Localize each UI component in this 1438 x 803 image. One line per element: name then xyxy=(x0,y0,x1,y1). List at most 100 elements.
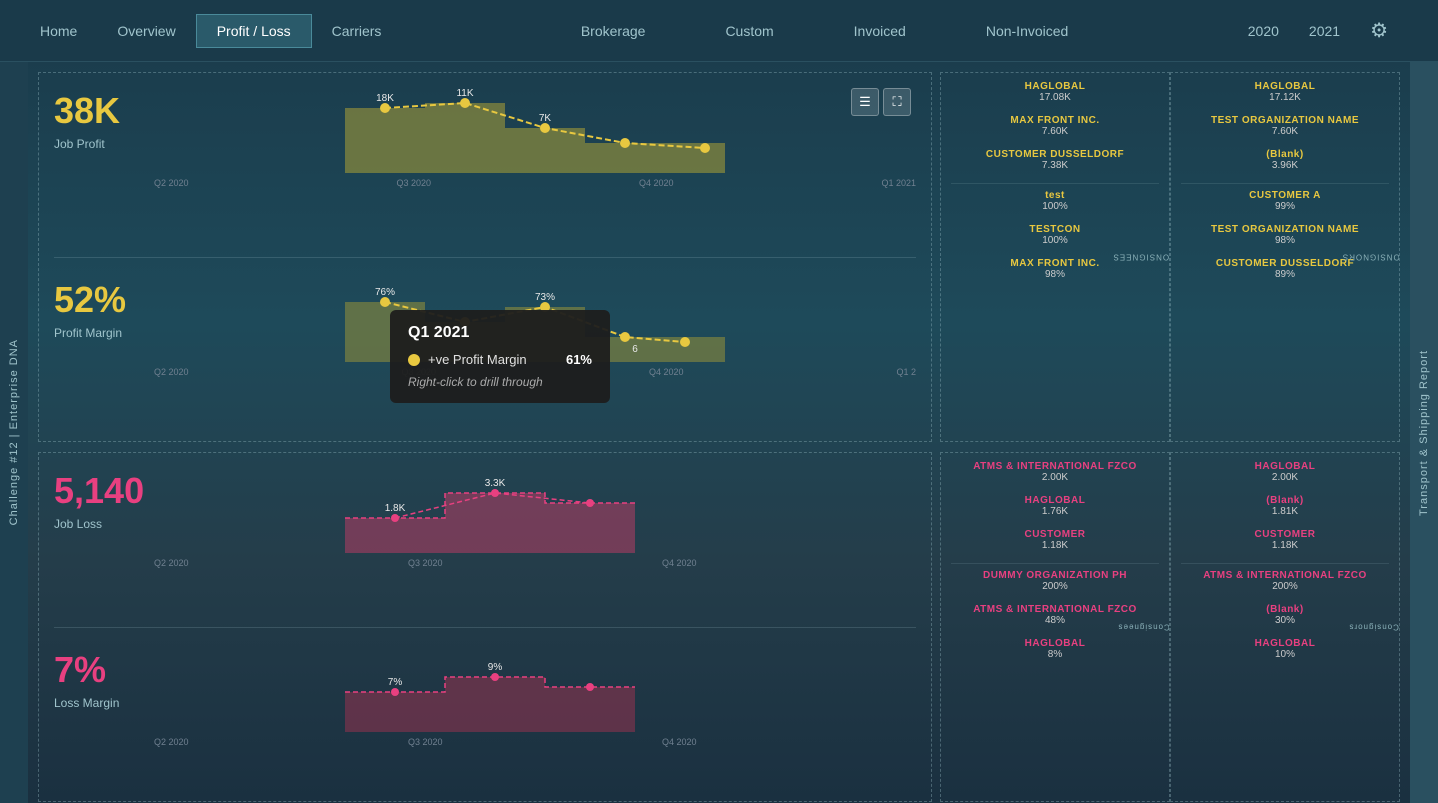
wco6-name: HAGLOBAL xyxy=(1181,638,1389,649)
pm-q4-2020: Q4 2020 xyxy=(649,367,684,377)
side-label-right: Transport & Shipping Report xyxy=(1410,62,1438,803)
job-profit-metric: 38K Job Profit xyxy=(54,83,144,243)
chart-divider xyxy=(54,257,916,258)
bco3-name: (Blank) xyxy=(1181,149,1389,160)
side-label-left: Challenge #12 | Enterprise DNA xyxy=(0,62,28,803)
bc3-name: CUSTOMER DUSSELDORF xyxy=(951,149,1159,160)
svg-text:73%: 73% xyxy=(535,292,555,303)
best-consignee-2: MAX FRONT INC. 7.60K xyxy=(951,115,1159,137)
loss-margin-panel: 7% Loss Margin 7% 9% Q2 2020 Q3 2020 Q4 … xyxy=(54,642,916,792)
wc5-name: ATMS & INTERNATIONAL FZCO xyxy=(951,604,1159,615)
bco1-name: HAGLOBAL xyxy=(1181,81,1389,92)
nav-custom[interactable]: Custom xyxy=(715,15,783,47)
wco1-name: HAGLOBAL xyxy=(1181,461,1389,472)
bco2-name: TEST ORGANIZATION NAME xyxy=(1181,115,1389,126)
worst-consignee-4: DUMMY ORGANIZATION PH 200% xyxy=(951,570,1159,592)
bottom-chart-divider xyxy=(54,627,916,628)
bc4-name: test xyxy=(951,190,1159,201)
wco6-val: 10% xyxy=(1181,649,1389,660)
q2-2020-label: Q2 2020 xyxy=(154,178,189,188)
settings-icon[interactable]: ⚙ xyxy=(1370,18,1388,43)
tooltip-title: Q1 2021 xyxy=(408,324,592,342)
worst-consignee-3: CUSTOMER 1.18K xyxy=(951,529,1159,551)
nav-year-2021[interactable]: 2021 xyxy=(1309,23,1340,39)
sep3 xyxy=(951,563,1159,564)
worst-consignors-label: Worst 3 Consignors xyxy=(1348,623,1400,632)
svg-text:9%: 9% xyxy=(488,662,503,673)
wc1-val: 2.00K xyxy=(951,472,1159,483)
expand-icon-btn[interactable]: ⛶ xyxy=(883,88,911,116)
best-consignor-1: HAGLOBAL 17.12K xyxy=(1181,81,1389,103)
worst-consignor-6: HAGLOBAL 10% xyxy=(1181,638,1389,660)
nav-non-invoiced[interactable]: Non-Invoiced xyxy=(976,15,1079,47)
lm-q3-2020: Q3 2020 xyxy=(408,737,443,747)
profit-margin-value: 52% xyxy=(54,282,144,318)
tooltip-hint: Right-click to drill through xyxy=(408,375,592,389)
worst-consignors-col: HAGLOBAL 2.00K (Blank) 1.81K CUSTOMER 1.… xyxy=(1170,452,1400,802)
job-profit-chart: ☰ ⛶ 18K 11K 7K xyxy=(154,83,916,243)
bc2-name: MAX FRONT INC. xyxy=(951,115,1159,126)
job-profit-panel: 38K Job Profit ☰ ⛶ xyxy=(54,83,916,243)
nav-profit-loss[interactable]: Profit / Loss xyxy=(196,14,312,48)
job-loss-svg: 1.8K 3.3K xyxy=(154,463,916,553)
job-loss-label: Job Loss xyxy=(54,517,144,531)
table-icon-btn[interactable]: ☰ xyxy=(851,88,879,116)
lm-q4-2020: Q4 2020 xyxy=(662,737,697,747)
best-consignee-1: HAGLOBAL 17.08K xyxy=(951,81,1159,103)
jl-q4-2020: Q4 2020 xyxy=(662,558,697,568)
bc5-val: 100% xyxy=(951,235,1159,246)
bc3-val: 7.38K xyxy=(951,160,1159,171)
nav-right: 2020 2021 ⚙ xyxy=(1248,18,1388,43)
best-consignor-4: CUSTOMER A 99% xyxy=(1181,190,1389,212)
best-consignor-2: TEST ORGANIZATION NAME 7.60K xyxy=(1181,115,1389,137)
nav-brokerage[interactable]: Brokerage xyxy=(571,15,656,47)
bco4-val: 99% xyxy=(1181,201,1389,212)
worst-consignee-2: HAGLOBAL 1.76K xyxy=(951,495,1159,517)
best-consignors-label: Best 3 Consignors xyxy=(1342,253,1400,262)
nav-home[interactable]: Home xyxy=(20,15,97,47)
q1-2021-label: Q1 2021 xyxy=(881,178,916,188)
wc3-name: CUSTOMER xyxy=(951,529,1159,540)
top-section: 38K Job Profit ☰ ⛶ xyxy=(38,72,1400,442)
profit-margin-metric: 52% Profit Margin xyxy=(54,272,144,432)
bco2-val: 7.60K xyxy=(1181,126,1389,137)
best-consignee-5: TESTCON 100% xyxy=(951,224,1159,246)
worst-consignor-2: (Blank) 1.81K xyxy=(1181,495,1389,517)
nav-year-2020[interactable]: 2020 xyxy=(1248,23,1279,39)
bottom-left-charts: 5,140 Job Loss 1.8K 3.3K Q2 2020 Q xyxy=(38,452,932,802)
nav-invoiced[interactable]: Invoiced xyxy=(844,15,916,47)
svg-text:1.8K: 1.8K xyxy=(385,503,406,514)
wc1-name: ATMS & INTERNATIONAL FZCO xyxy=(951,461,1159,472)
nav-items: Home Overview Profit / Loss Carriers xyxy=(20,14,401,48)
svg-text:3.3K: 3.3K xyxy=(485,478,506,489)
bottom-right-data: ATMS & INTERNATIONAL FZCO 2.00K HAGLOBAL… xyxy=(940,452,1400,802)
bco5-name: TEST ORGANIZATION NAME xyxy=(1181,224,1389,235)
job-loss-value: 5,140 xyxy=(54,473,144,509)
tooltip-metric-label: +ve Profit Margin xyxy=(428,352,527,367)
bottom-section: 5,140 Job Loss 1.8K 3.3K Q2 2020 Q xyxy=(38,452,1400,802)
loss-margin-chart: 7% 9% Q2 2020 Q3 2020 Q4 2020 xyxy=(154,642,916,792)
lm-q2-2020: Q2 2020 xyxy=(154,737,189,747)
nav-carriers[interactable]: Carriers xyxy=(312,15,402,47)
chart-tooltip: Q1 2021 +ve Profit Margin 61% Right-clic… xyxy=(390,310,610,403)
job-loss-chart: 1.8K 3.3K Q2 2020 Q3 2020 Q4 2020 xyxy=(154,463,916,613)
best-consignors-col: HAGLOBAL 17.12K TEST ORGANIZATION NAME 7… xyxy=(1170,72,1400,442)
bc6-val: 98% xyxy=(951,269,1159,280)
profit-margin-label: Profit Margin xyxy=(54,326,144,340)
bco5-val: 98% xyxy=(1181,235,1389,246)
wco5-name: (Blank) xyxy=(1181,604,1389,615)
tooltip-metric-value: 61% xyxy=(566,352,592,367)
job-loss-metric: 5,140 Job Loss xyxy=(54,463,144,613)
wco4-val: 200% xyxy=(1181,581,1389,592)
wco3-name: CUSTOMER xyxy=(1181,529,1389,540)
best-consignor-5: TEST ORGANIZATION NAME 98% xyxy=(1181,224,1389,246)
bc2-val: 7.60K xyxy=(951,126,1159,137)
wco4-name: ATMS & INTERNATIONAL FZCO xyxy=(1181,570,1389,581)
nav-overview[interactable]: Overview xyxy=(97,15,195,47)
jl-q3-2020: Q3 2020 xyxy=(408,558,443,568)
svg-text:6: 6 xyxy=(632,344,638,355)
wc2-val: 1.76K xyxy=(951,506,1159,517)
worst-consignor-4: ATMS & INTERNATIONAL FZCO 200% xyxy=(1181,570,1389,592)
bco3-val: 3.96K xyxy=(1181,160,1389,171)
best-consignee-4: test 100% xyxy=(951,190,1159,212)
